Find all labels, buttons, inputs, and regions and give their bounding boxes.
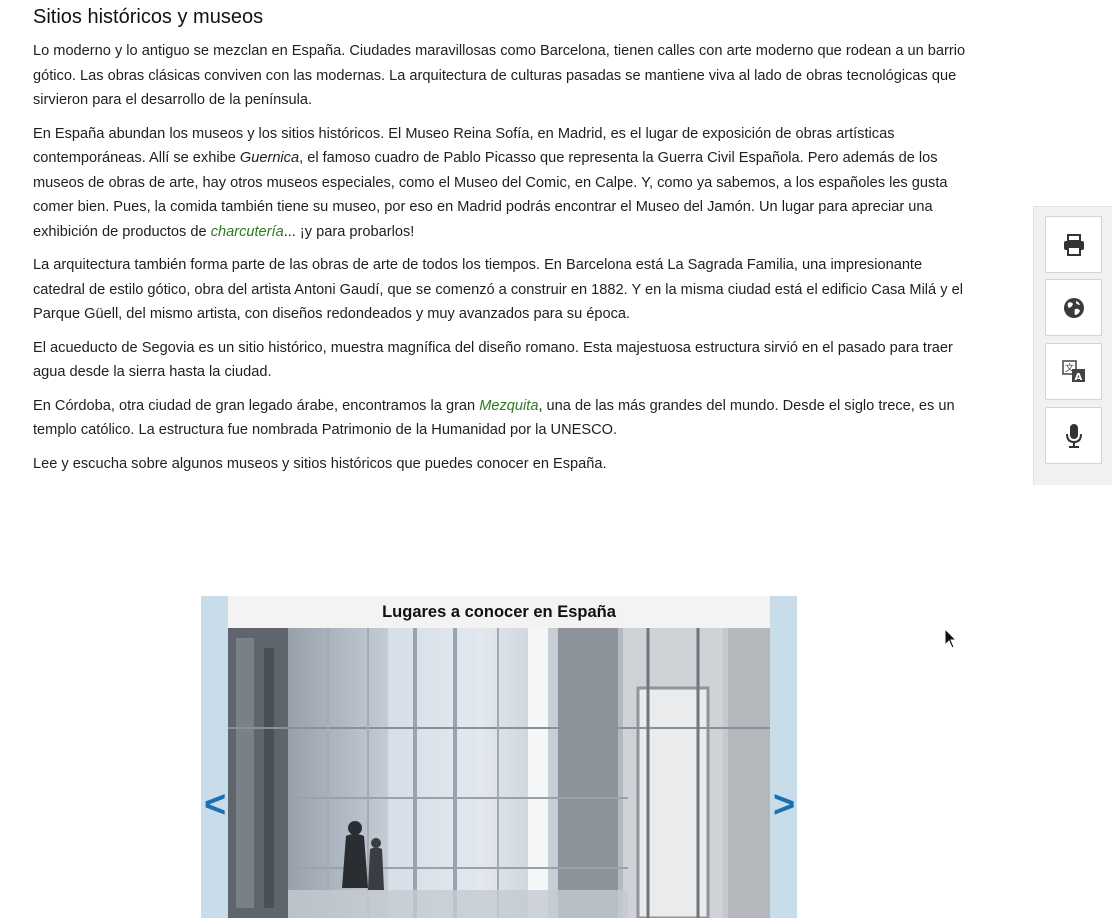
- tools-sidebar: 文 A: [1033, 206, 1112, 485]
- svg-text:A: A: [1074, 372, 1082, 383]
- paragraph-architecture: La arquitectura también forma parte de l…: [33, 257, 963, 322]
- slideshow-prev-button[interactable]: <: [204, 786, 226, 824]
- glossary-link-charcuteria[interactable]: charcutería: [211, 224, 284, 240]
- translate-icon: 文 A: [1061, 359, 1085, 383]
- paragraph-intro: Lo moderno y lo antiguo se mezclan en Es…: [33, 43, 966, 108]
- microphone-icon: [1065, 423, 1082, 448]
- article: Sitios históricos y museos Lo moderno y …: [33, 0, 973, 485]
- paragraph-cordoba: En Córdoba, otra ciudad de gran legado á…: [33, 394, 973, 443]
- paragraph-slideshow-intro: Lee y escucha sobre algunos museos y sit…: [33, 455, 607, 472]
- paragraph-text: En Córdoba, otra ciudad de gran legado á…: [33, 397, 480, 414]
- slideshow-next-button[interactable]: >: [773, 786, 795, 824]
- translate-button[interactable]: 文 A: [1045, 343, 1102, 400]
- paragraph-text: ... ¡y para probarlos!: [283, 223, 415, 240]
- page-title: Sitios históricos y museos: [33, 6, 264, 28]
- language-button[interactable]: [1045, 279, 1102, 336]
- globe-icon: [1063, 297, 1084, 318]
- print-icon: [1063, 233, 1084, 256]
- slideshow-title: Lugares a conocer en España: [228, 596, 770, 628]
- paragraph-segovia: El acueducto de Segovia es un sitio hist…: [33, 339, 953, 381]
- print-button[interactable]: [1045, 216, 1102, 273]
- glossary-link-mezquita[interactable]: Mezquita: [479, 398, 538, 414]
- paragraph-museums: En España abundan los museos y los sitio…: [33, 122, 973, 245]
- audio-button[interactable]: [1045, 407, 1102, 464]
- slide-image: [228, 628, 770, 918]
- emphasis-guernica: Guernica: [239, 150, 300, 166]
- slideshow: Lugares a conocer en España < >: [201, 596, 797, 918]
- mouse-cursor-icon: [944, 628, 958, 649]
